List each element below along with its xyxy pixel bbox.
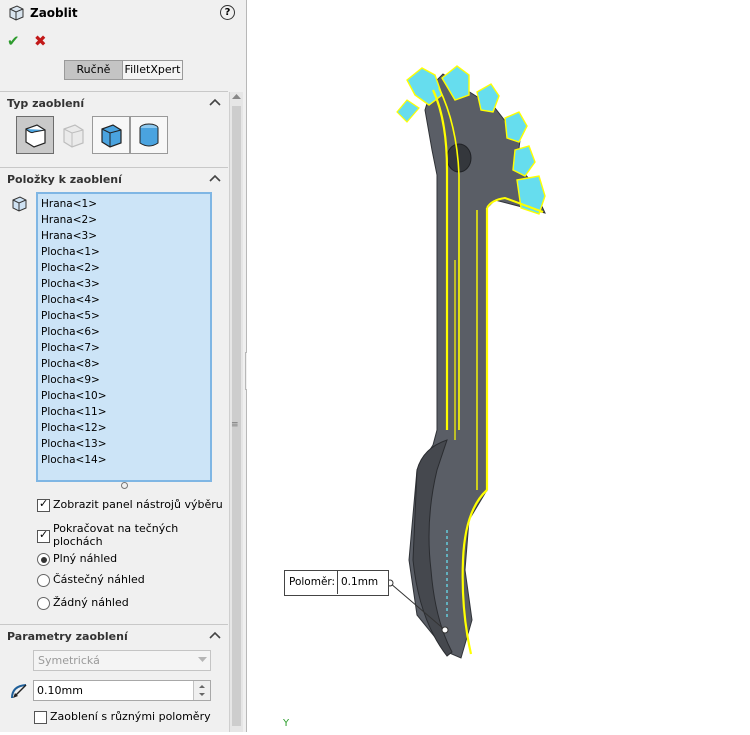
property-manager-panel: Zaoblit ? ✔ ✖ Ručně FilletXpert Typ zaob… [0,0,247,732]
section-fillet-type-header[interactable]: Typ zaoblení [0,91,228,114]
panel-scrollbar[interactable] [229,92,243,732]
multi-radius-checkbox[interactable] [34,711,47,724]
radius-callout-field[interactable]: 0.1mm [337,571,388,594]
list-item[interactable]: Plocha<8> [41,356,100,372]
no-preview-radio[interactable] [37,597,50,610]
list-item[interactable]: Plocha<9> [41,372,100,388]
scrollbar-thumb[interactable] [232,106,241,726]
section-items-title: Položky k zaoblení [7,173,122,186]
face-fillet-button[interactable] [92,116,130,154]
tangent-propagation-label-line1: Pokračovat na tečných [53,522,179,535]
section-fillet-type-title: Typ zaoblení [7,97,85,110]
face-fillet-icon [101,124,122,148]
list-item[interactable]: Plocha<4> [41,292,100,308]
radius-callout[interactable]: Poloměr: 0.1mm [284,570,389,596]
callout-anchor[interactable] [441,626,449,634]
part-model-svg[interactable] [247,0,750,732]
list-item[interactable]: Hrana<2> [41,212,97,228]
list-item[interactable]: Plocha<7> [41,340,100,356]
fillet-method-value: Symetrická [38,654,100,667]
full-preview-label: Plný náhled [53,552,118,565]
fillet-items-list[interactable]: Hrana<1> Hrana<2> Hrana<3> Plocha<1> Plocha<… [36,192,212,482]
show-toolbar-checkbox[interactable] [37,497,50,512]
constant-size-fillet-button[interactable] [16,116,54,154]
splitter-grip-icon[interactable]: ≡ [231,420,240,430]
fillet-feature-icon [9,5,24,21]
chevron-up-icon[interactable] [209,174,221,182]
list-item[interactable]: Plocha<10> [41,388,107,404]
scroll-up-icon[interactable] [232,94,241,100]
full-preview-radio[interactable] [37,553,50,566]
help-icon[interactable]: ? [220,5,235,20]
list-resize-handle[interactable] [121,482,128,489]
list-item[interactable]: Plocha<12> [41,420,107,436]
ok-button[interactable]: ✔ [7,32,20,50]
tooth-face[interactable] [396,99,420,123]
tangent-propagation-label-line2: plochách [53,535,103,548]
tangent-propagation-checkbox[interactable] [37,528,50,543]
partial-preview-label: Částečný náhled [53,573,145,586]
graphics-viewport[interactable]: Poloměr: 0.1mm Y [247,0,750,732]
tooth-face[interactable] [512,145,536,177]
multi-radius-label: Zaoblení s různými poloměry [50,710,211,723]
radius-callout-label: Poloměr: [289,576,336,588]
radius-icon [11,684,27,699]
fillet-method-select[interactable]: Symetrická [33,650,211,671]
variable-size-fillet-button[interactable] [54,116,92,154]
tooth-face[interactable] [504,111,528,143]
tab-filletxpert[interactable]: FilletXpert [122,60,183,80]
variable-fillet-icon [63,124,84,148]
axis-y-label: Y [283,718,290,729]
tooth-face[interactable] [476,83,500,113]
section-params-header[interactable]: Parametry zaoblení [0,624,228,647]
list-item[interactable]: Plocha<3> [41,276,100,292]
edge-face-selection-icon [12,196,27,212]
chevron-up-icon[interactable] [209,631,221,639]
panel-title: Zaoblit [30,6,78,20]
chevron-down-icon [198,657,207,662]
radius-input[interactable]: 0.10mm [33,680,211,701]
spinner-arrows-icon [199,685,205,696]
section-items-header[interactable]: Položky k zaoblení [0,167,228,190]
radius-input-value: 0.10mm [37,684,83,697]
list-item[interactable]: Hrana<1> [41,196,97,212]
no-preview-label: Žádný náhled [53,596,129,609]
full-round-fillet-icon [139,123,159,147]
chevron-up-icon[interactable] [209,98,221,106]
radius-callout-value: 0.1mm [341,576,379,588]
show-toolbar-label: Zobrazit panel nástrojů výběru [53,498,223,511]
radius-spinner[interactable] [193,681,210,700]
list-item[interactable]: Plocha<1> [41,244,100,260]
list-item[interactable]: Hrana<3> [41,228,97,244]
partial-preview-radio[interactable] [37,574,50,587]
list-item[interactable]: Plocha<11> [41,404,107,420]
list-item[interactable]: Plocha<14> [41,452,107,468]
section-params-title: Parametry zaoblení [7,630,128,643]
cancel-button[interactable]: ✖ [34,32,47,50]
list-item[interactable]: Plocha<6> [41,324,100,340]
list-item[interactable]: Plocha<5> [41,308,100,324]
list-item[interactable]: Plocha<13> [41,436,107,452]
tab-manual[interactable]: Ručně [64,60,123,80]
full-round-fillet-button[interactable] [130,116,168,154]
constant-fillet-icon [25,124,46,148]
list-item[interactable]: Plocha<2> [41,260,100,276]
